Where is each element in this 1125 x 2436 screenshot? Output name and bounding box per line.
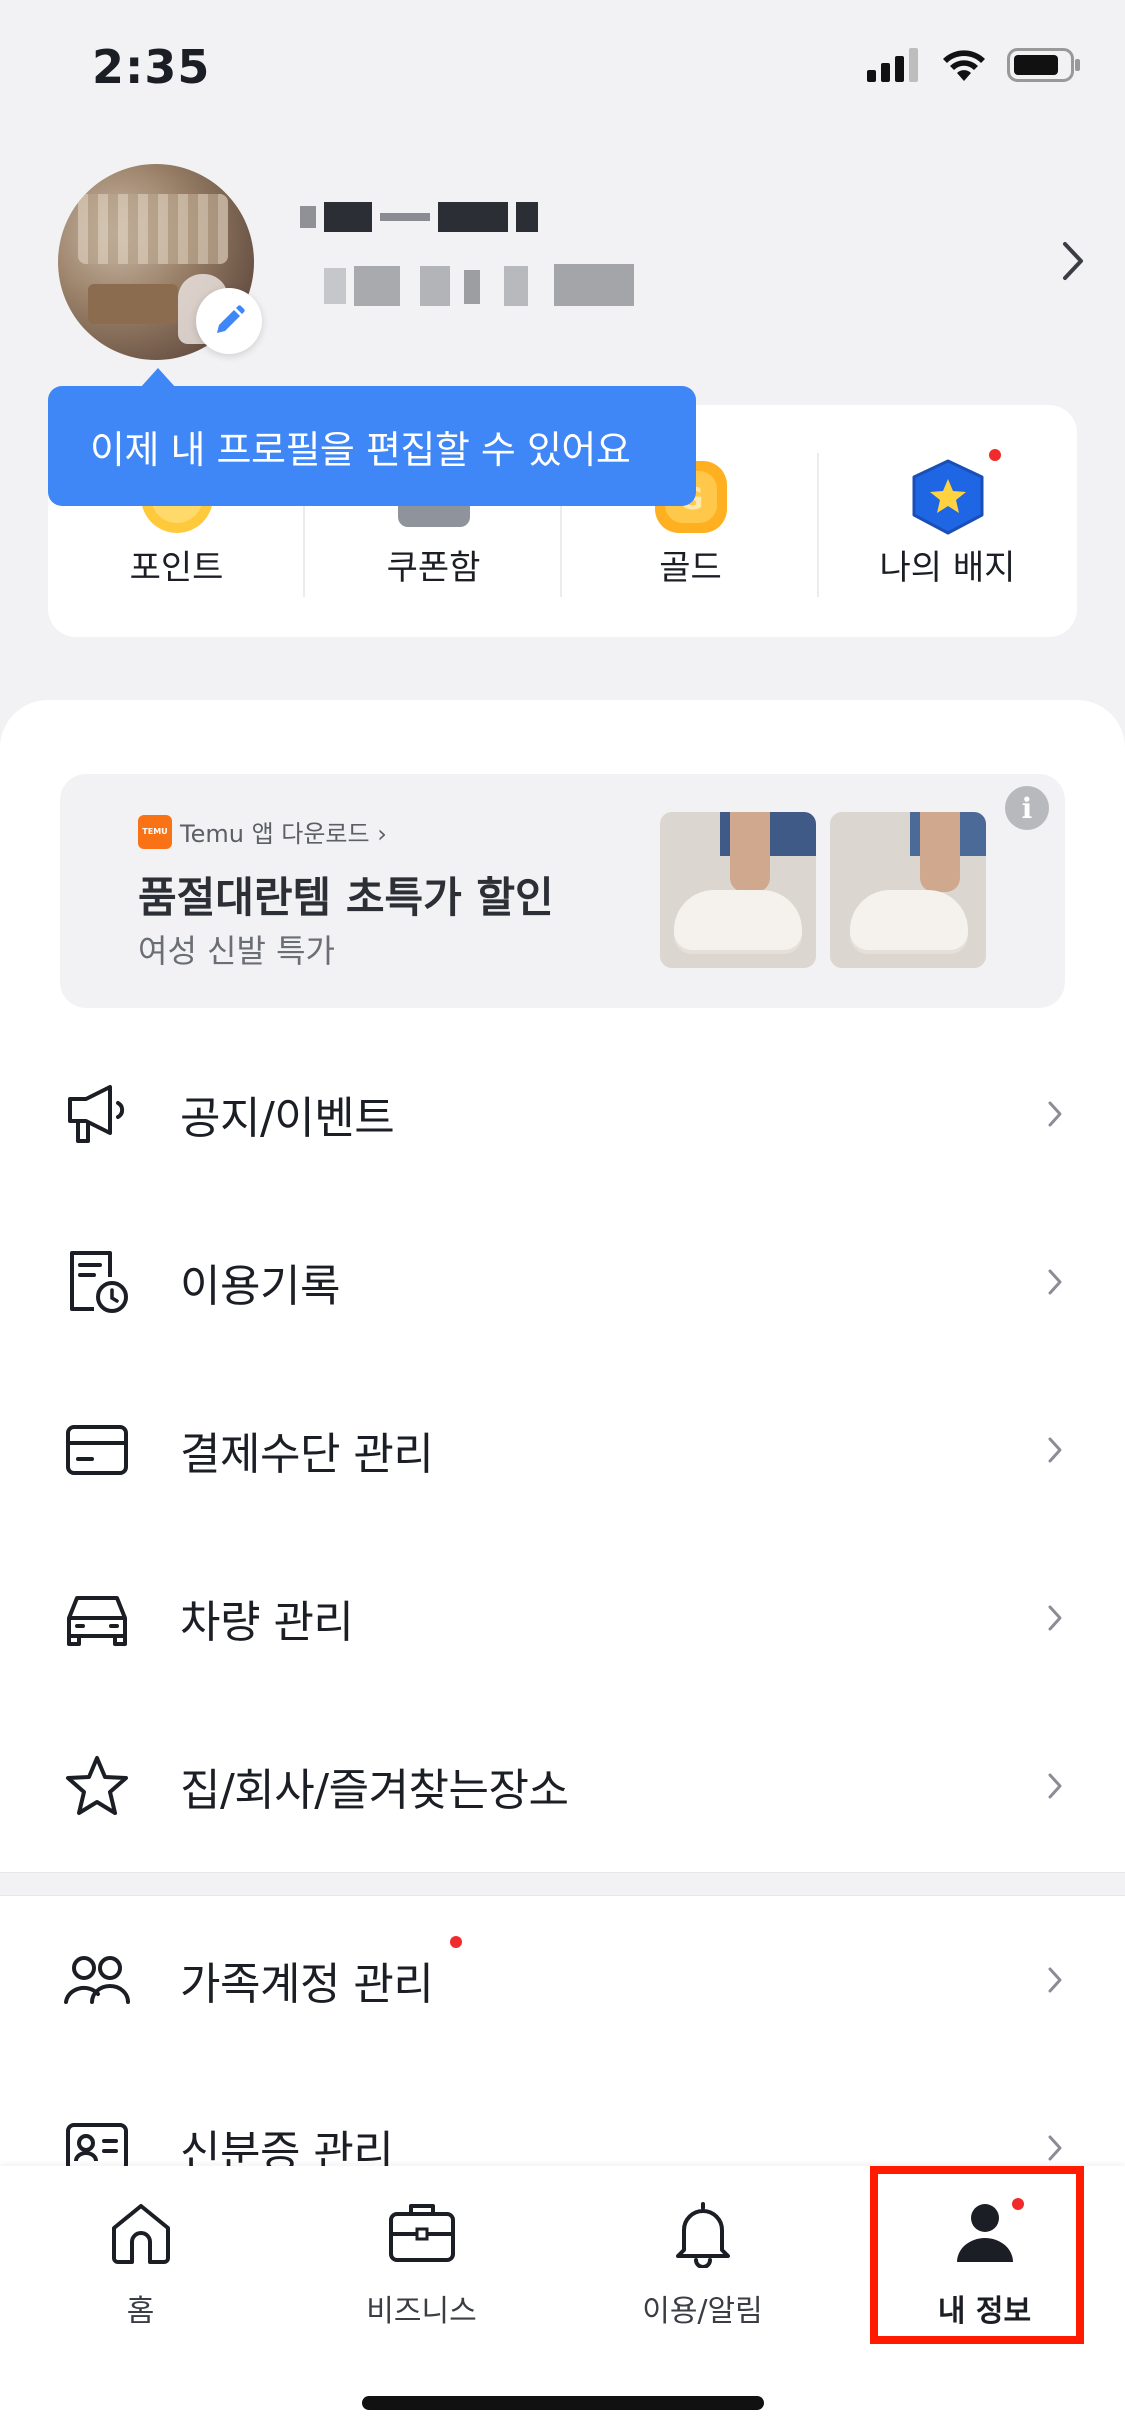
- menu-label: 이용기록: [180, 1261, 340, 1312]
- wifi-icon: [943, 50, 985, 81]
- promo-brand: TEMU Temu 앱 다운로드 ›: [138, 814, 387, 849]
- car-icon: [62, 1583, 132, 1653]
- highlight-box: [870, 2166, 1084, 2344]
- menu-item-favorite-places[interactable]: 집/회사/즐겨찾는장소: [0, 1702, 1125, 1870]
- chevron-right-icon: [1048, 1101, 1062, 1127]
- temu-logo: TEMU: [138, 814, 172, 849]
- history-document-icon: [62, 1247, 132, 1317]
- chevron-right-icon[interactable]: [1061, 240, 1085, 282]
- promo-subtitle: 여성 신발 특가: [138, 932, 335, 970]
- avatar-photo-detail: [88, 284, 178, 324]
- menu-label: 차량 관리: [180, 1597, 354, 1648]
- tab-label: 이용/알림: [642, 2294, 763, 2329]
- pencil-icon: [217, 305, 245, 333]
- edit-profile-tooltip[interactable]: 이제 내 프로필을 편집할 수 있어요: [48, 368, 696, 506]
- bell-icon: [675, 2202, 730, 2268]
- menu-item-family-accounts[interactable]: 가족계정 관리: [0, 1896, 1125, 2064]
- menu-label: 공지/이벤트: [180, 1093, 395, 1144]
- notification-dot: [450, 1936, 462, 1948]
- profile-header[interactable]: [0, 160, 1125, 390]
- info-icon[interactable]: i: [1005, 786, 1049, 830]
- family-icon: [62, 1945, 132, 2015]
- status-bar: 2:35: [0, 0, 1125, 132]
- chevron-right-icon: [1048, 1437, 1062, 1463]
- promo-brand-label: Temu 앱 다운로드 ›: [180, 820, 387, 848]
- tab-label: 홈: [126, 2294, 155, 2329]
- status-time: 2:35: [92, 40, 211, 94]
- menu-item-notice-events[interactable]: 공지/이벤트: [0, 1030, 1125, 1198]
- home-indicator[interactable]: [362, 2396, 764, 2410]
- megaphone-icon: [62, 1079, 132, 1149]
- tab-label: 비즈니스: [366, 2294, 477, 2329]
- credit-card-icon: [62, 1415, 132, 1485]
- badge-star-icon: [912, 459, 983, 535]
- stat-label: 쿠폰함: [386, 548, 481, 588]
- menu-label: 결제수단 관리: [180, 1429, 434, 1480]
- chevron-right-icon: [1048, 1269, 1062, 1295]
- tab-usage-alerts[interactable]: 이용/알림: [562, 2196, 843, 2329]
- my-info-screen: 2:35 포인트 쿠폰함 골드 나의 배지 이제 내 프로필을 편집할 수 있어…: [0, 0, 1125, 2436]
- profile-name-redacted: [300, 202, 560, 242]
- tab-business[interactable]: 비즈니스: [281, 2196, 562, 2329]
- section-divider: [0, 1872, 1125, 1896]
- avatar-photo-detail: [78, 194, 228, 264]
- promo-product-image: [830, 812, 986, 968]
- menu-item-vehicles[interactable]: 차량 관리: [0, 1534, 1125, 1702]
- menu-item-usage-history[interactable]: 이용기록: [0, 1198, 1125, 1366]
- promo-banner[interactable]: TEMU Temu 앱 다운로드 › 품절대란템 초특가 할인 여성 신발 특가…: [60, 774, 1065, 1008]
- home-icon: [111, 2204, 170, 2264]
- chevron-right-icon: [1048, 2135, 1062, 2161]
- briefcase-icon: [388, 2204, 455, 2262]
- chevron-right-icon: [1048, 1605, 1062, 1631]
- chevron-right-icon: [1048, 1773, 1062, 1799]
- menu-item-payment-methods[interactable]: 결제수단 관리: [0, 1366, 1125, 1534]
- menu-label: 집/회사/즐겨찾는장소: [180, 1765, 569, 1816]
- edit-profile-button[interactable]: [196, 288, 262, 354]
- promo-product-image: [660, 812, 816, 968]
- chevron-right-icon: [1048, 1967, 1062, 1993]
- notification-dot: [989, 449, 1001, 461]
- stat-label: 골드: [659, 548, 722, 588]
- menu-label: 가족계정 관리: [180, 1959, 434, 2010]
- promo-title: 품절대란템 초특가 할인: [138, 873, 554, 922]
- stat-label: 나의 배지: [879, 548, 1016, 588]
- stat-badges[interactable]: 나의 배지: [819, 405, 1076, 637]
- star-icon: [62, 1751, 132, 1821]
- tab-home[interactable]: 홈: [0, 2196, 281, 2329]
- status-icons: [867, 48, 1081, 82]
- cellular-signal-icon: [867, 48, 918, 82]
- battery-icon: [1007, 48, 1080, 82]
- profile-info-redacted: [324, 260, 634, 308]
- stat-label: 포인트: [129, 548, 224, 588]
